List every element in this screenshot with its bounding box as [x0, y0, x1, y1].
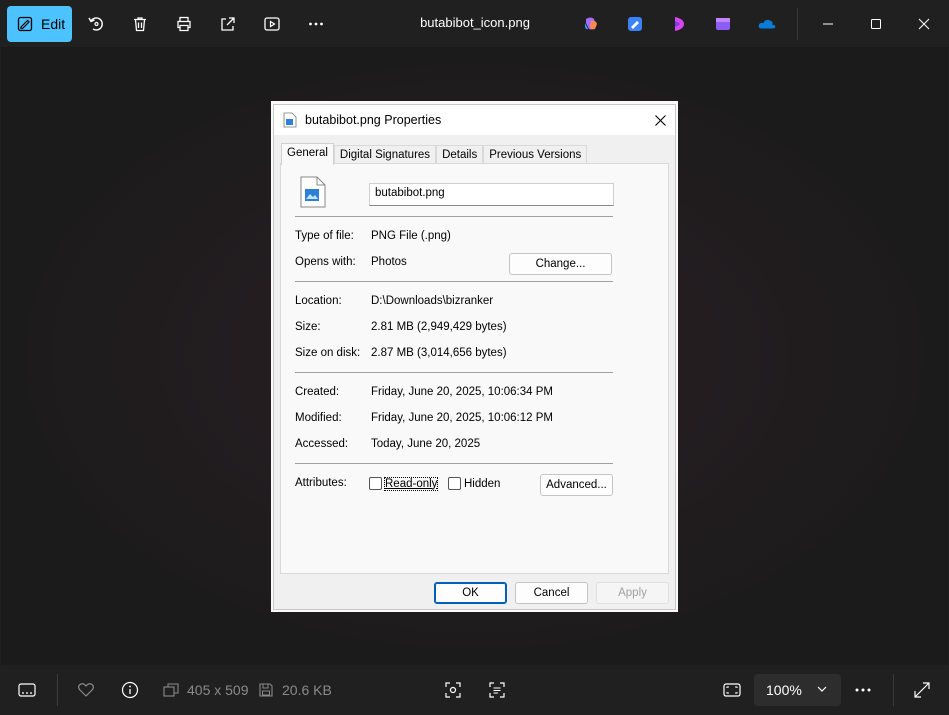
print-button[interactable] [166, 6, 202, 42]
checkbox-box[interactable] [448, 477, 461, 490]
separator [295, 281, 613, 282]
bottom-divider [893, 674, 894, 706]
bottom-toolbar: 405 x 509 20.6 KB 100% [0, 665, 949, 715]
size-label: Size: [295, 321, 321, 333]
change-button[interactable]: Change... [509, 253, 612, 275]
separator [295, 372, 613, 373]
info-icon[interactable] [120, 680, 140, 700]
maximize-icon [871, 19, 881, 29]
trash-icon [134, 17, 146, 32]
file-name-field[interactable]: butabibot.png [369, 183, 614, 206]
type-of-file-label: Type of file: [295, 230, 354, 242]
share-icon [221, 17, 235, 31]
general-tab-panel: butabibot.png Type of file: PNG File (.p… [280, 163, 669, 574]
hidden-label: Hidden [464, 477, 501, 490]
top-toolbar: Edit butabibot_icon.png [0, 0, 949, 48]
separator [295, 463, 613, 464]
edit-image-icon [17, 16, 33, 32]
visual-search-icon[interactable] [443, 680, 463, 700]
copilot-icon[interactable] [582, 15, 600, 33]
designer-icon[interactable] [626, 15, 644, 33]
video-editor-icon[interactable] [714, 15, 732, 33]
size-on-disk-label: Size on disk: [295, 347, 361, 359]
more-options-button[interactable] [298, 6, 334, 42]
slideshow-button[interactable] [254, 6, 290, 42]
rotate-icon [88, 17, 103, 31]
tab-digital-signatures[interactable]: Digital Signatures [333, 145, 437, 165]
dialog-close-button[interactable] [649, 109, 671, 131]
png-file-icon [283, 112, 297, 128]
edit-button-label: Edit [41, 16, 66, 32]
image-dimensions: 405 x 509 [187, 682, 249, 698]
properties-dialog: butabibot.png Properties General Digital… [273, 104, 676, 610]
read-only-checkbox[interactable]: Read-only [369, 476, 439, 491]
maximize-button[interactable] [853, 0, 899, 48]
dialog-title: butabibot.png Properties [305, 113, 442, 127]
modified-value: Friday, June 20, 2025, 10:06:12 PM [371, 412, 553, 424]
share-button[interactable] [210, 6, 246, 42]
edit-button[interactable]: Edit [7, 6, 72, 42]
close-icon [654, 114, 666, 126]
cancel-button[interactable]: Cancel [515, 582, 588, 604]
separator [295, 216, 613, 217]
created-label: Created: [295, 386, 340, 398]
rotate-button[interactable] [78, 6, 114, 42]
read-only-label: Read-only [383, 476, 439, 491]
close-icon [918, 18, 930, 30]
advanced-button[interactable]: Advanced... [540, 474, 613, 496]
play-icon [264, 17, 280, 31]
zoom-level: 100% [766, 682, 802, 698]
size-value: 2.81 MB (2,949,429 bytes) [371, 321, 507, 333]
fullscreen-icon[interactable] [912, 680, 932, 700]
image-file-icon [300, 176, 326, 208]
printer-icon [177, 16, 191, 32]
heart-icon[interactable] [76, 680, 96, 700]
attributes-label: Attributes: [295, 477, 347, 489]
tab-details[interactable]: Details [436, 145, 484, 165]
hidden-checkbox[interactable]: Hidden [448, 477, 500, 490]
save-disk-icon [256, 680, 276, 700]
opens-with-label: Opens with: [295, 256, 356, 268]
fit-to-window-icon[interactable] [722, 680, 742, 700]
created-value: Friday, June 20, 2025, 10:06:34 PM [371, 386, 553, 398]
close-window-button[interactable] [901, 0, 947, 48]
accessed-label: Accessed: [295, 438, 349, 450]
zoom-dropdown[interactable]: 100% [754, 674, 841, 706]
clipchamp-icon[interactable] [670, 15, 688, 33]
window-title: butabibot_icon.png [420, 15, 530, 30]
size-on-disk-value: 2.87 MB (3,014,656 bytes) [371, 347, 507, 359]
tab-previous-versions[interactable]: Previous Versions [483, 145, 588, 165]
opens-with-value: Photos [371, 256, 407, 268]
onedrive-icon[interactable] [758, 15, 776, 33]
toolbar-divider [797, 8, 798, 40]
type-of-file-value: PNG File (.png) [371, 230, 451, 242]
minimize-button[interactable] [805, 0, 851, 48]
filmstrip-icon[interactable] [17, 680, 37, 700]
delete-button[interactable] [122, 6, 158, 42]
more-icon [309, 22, 323, 26]
file-size: 20.6 KB [282, 682, 332, 698]
location-value: D:\Downloads\bizranker [371, 295, 494, 307]
apply-button[interactable]: Apply [596, 582, 669, 604]
checkbox-box[interactable] [369, 477, 382, 490]
chevron-down-icon [817, 686, 827, 692]
ok-button[interactable]: OK [434, 582, 507, 604]
dialog-tabs: General Digital Signatures Details Previ… [281, 143, 588, 165]
bottom-divider [57, 674, 58, 706]
location-label: Location: [295, 295, 342, 307]
tab-general[interactable]: General [281, 143, 334, 165]
minimize-icon [823, 23, 833, 25]
more-icon[interactable] [853, 680, 873, 700]
accessed-value: Today, June 20, 2025 [371, 438, 481, 450]
resolution-icon [161, 680, 181, 700]
text-extract-icon[interactable] [487, 680, 507, 700]
modified-label: Modified: [295, 412, 342, 424]
dialog-titlebar[interactable]: butabibot.png Properties [274, 105, 675, 135]
